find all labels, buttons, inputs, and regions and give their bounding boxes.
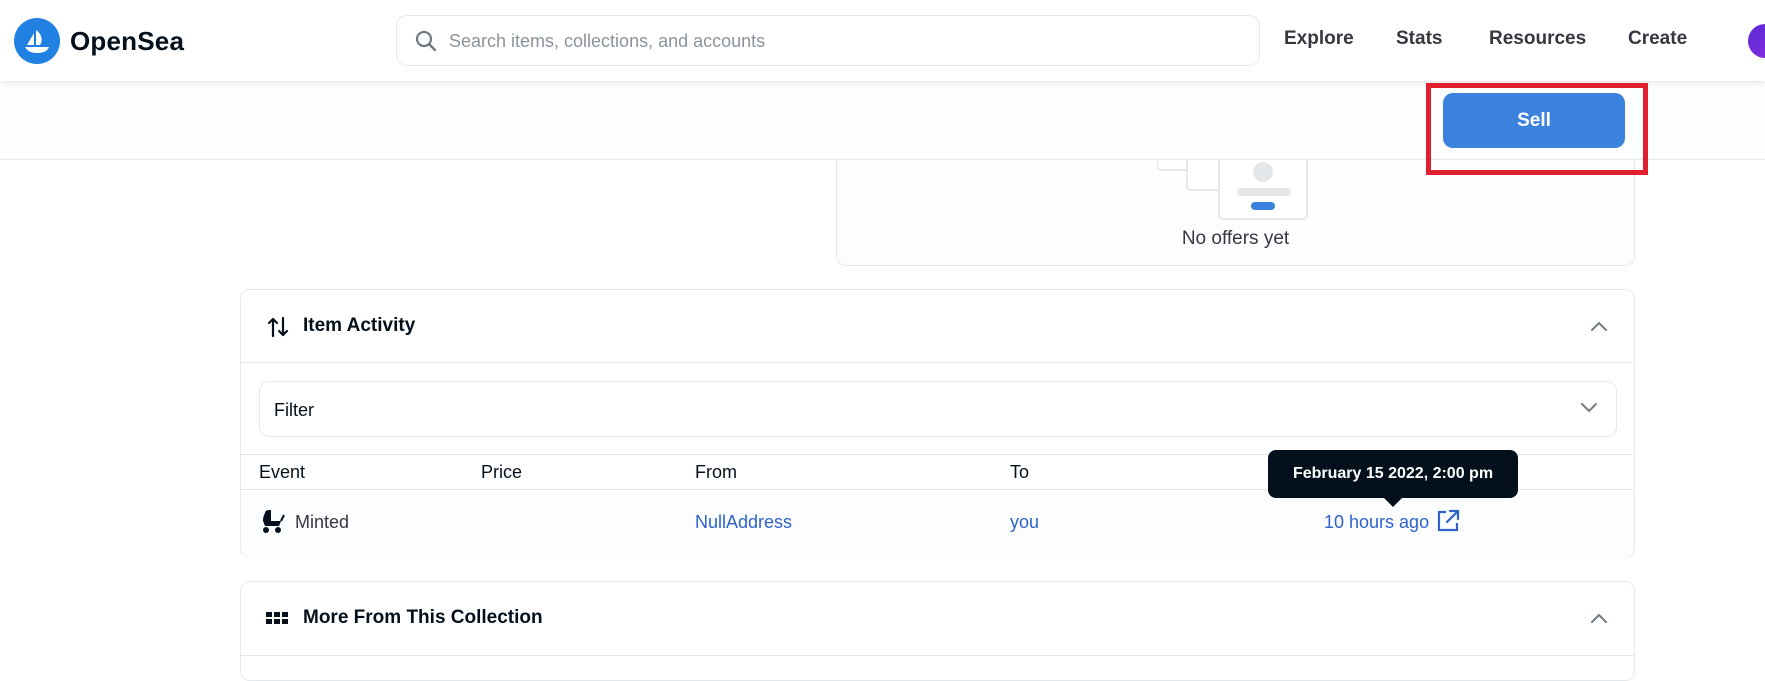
date-link[interactable]: 10 hours ago: [1324, 512, 1429, 533]
filter-label: Filter: [274, 400, 314, 420]
more-from-collection-panel: More From This Collection: [240, 581, 1635, 681]
stroller-icon: [263, 510, 285, 533]
chevron-up-icon[interactable]: [1590, 612, 1608, 624]
grid-icon: [266, 612, 288, 624]
search-bar[interactable]: [396, 15, 1260, 66]
nav-stats[interactable]: Stats: [1396, 28, 1442, 50]
column-event: Event: [259, 462, 306, 482]
column-price: Price: [481, 462, 523, 482]
item-activity-panel: Item Activity Filter Event Price From To…: [240, 289, 1635, 558]
event-label: Minted: [295, 512, 350, 532]
column-to: To: [1010, 462, 1030, 482]
table-row: Minted NullAddress you 10 hours ago: [241, 490, 1634, 558]
no-offers-text: No offers yet: [1181, 228, 1290, 249]
date-tooltip: February 15 2022, 2:00 pm: [1268, 450, 1518, 507]
more-from-collection-header[interactable]: More From This Collection: [241, 582, 1634, 656]
from-address-link[interactable]: NullAddress: [695, 512, 792, 533]
search-input[interactable]: [449, 26, 1229, 56]
chevron-up-icon[interactable]: [1590, 320, 1608, 332]
chevron-down-icon: [1581, 403, 1597, 413]
sell-button[interactable]: Sell: [1443, 93, 1625, 148]
swap-vertical-icon: [267, 316, 289, 338]
top-navigation: OpenSea Explore Stats Resources Create: [0, 0, 1765, 81]
column-from: From: [695, 462, 737, 482]
item-activity-title: Item Activity: [303, 315, 416, 336]
activity-filter-dropdown[interactable]: Filter: [259, 381, 1617, 437]
nav-resources[interactable]: Resources: [1489, 28, 1586, 50]
item-activity-header[interactable]: Item Activity: [241, 290, 1634, 363]
profile-avatar[interactable]: [1748, 24, 1765, 58]
nav-create[interactable]: Create: [1628, 28, 1687, 50]
to-address-link[interactable]: you: [1010, 512, 1039, 533]
brand-name[interactable]: OpenSea: [70, 26, 184, 57]
opensea-logo-icon[interactable]: [14, 18, 60, 64]
more-from-collection-title: More From This Collection: [303, 607, 543, 628]
search-icon: [415, 30, 437, 52]
external-link-icon[interactable]: [1436, 509, 1460, 533]
empty-offers-illustration-icon: [1157, 150, 1308, 220]
nav-explore[interactable]: Explore: [1284, 28, 1354, 50]
